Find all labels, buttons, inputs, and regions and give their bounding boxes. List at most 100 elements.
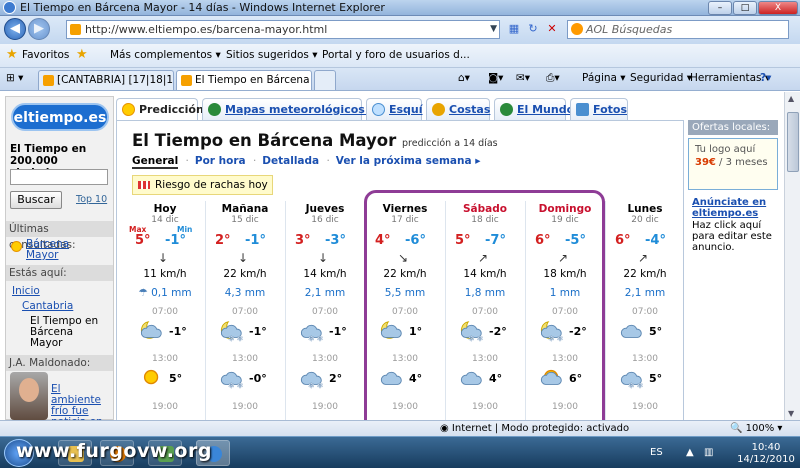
hour-label: 13:00 bbox=[312, 354, 338, 364]
fav-item-complementos[interactable]: Más complementos ▾ bbox=[110, 49, 221, 61]
fav-item-portal[interactable]: Portal y foro de usuarios d... bbox=[322, 49, 470, 61]
status-bar: ◉ Internet | Modo protegido: activado 🔍 … bbox=[0, 420, 800, 436]
tab-cantabria[interactable]: [CANTABRIA] [17|18|19|Di... bbox=[38, 70, 174, 90]
quick-tabs-icon[interactable]: ⊞ ▾ bbox=[6, 72, 23, 84]
globe-icon bbox=[208, 103, 221, 116]
snowflake-icon bbox=[372, 103, 385, 116]
breadcrumb-inicio[interactable]: Inicio bbox=[12, 286, 40, 297]
fav-item-sitios[interactable]: Sitios sugeridos ▾ bbox=[226, 49, 318, 61]
wind-alert[interactable]: Riesgo de rachas hoy bbox=[132, 175, 273, 195]
anchor-icon bbox=[432, 103, 445, 116]
sun-icon bbox=[139, 366, 165, 390]
tab-label: El Tiempo en Bárcena ... bbox=[195, 74, 312, 86]
day-name: Lunes bbox=[627, 203, 663, 215]
favorites-button[interactable]: Favoritos bbox=[22, 49, 69, 61]
zoom-control[interactable]: 🔍 100% ▾ bbox=[730, 423, 782, 434]
search-input[interactable]: AOL Búsquedas bbox=[567, 20, 789, 39]
forward-button[interactable]: ▶ bbox=[28, 18, 50, 40]
day-name: Mañana bbox=[221, 203, 269, 215]
tab-label: Costas bbox=[449, 103, 491, 116]
print-icon[interactable]: ⎙▾ bbox=[546, 72, 560, 85]
snow-cloud-icon: ✻ ✻ bbox=[299, 366, 325, 390]
stop-icon[interactable]: ✕ bbox=[544, 21, 560, 37]
clock[interactable]: 10:40 14/12/2010 bbox=[736, 442, 796, 466]
network-icon[interactable]: ▥ bbox=[704, 447, 713, 458]
compat-view-icon[interactable]: ▦ bbox=[506, 21, 522, 37]
language-indicator[interactable]: ES bbox=[650, 447, 663, 458]
day-name: Jueves bbox=[305, 203, 345, 215]
maximize-button[interactable]: □ bbox=[733, 1, 757, 15]
tab-esqui[interactable]: Esquí bbox=[366, 98, 423, 120]
column-divider bbox=[605, 201, 606, 420]
ad-box[interactable]: Tu logo aquí 39€ / 3 meses bbox=[688, 138, 778, 190]
add-favorite-icon[interactable]: ★ bbox=[76, 47, 88, 62]
address-input[interactable]: http://www.eltiempo.es/barcena-mayor.htm… bbox=[66, 20, 500, 39]
article-link[interactable]: El ambiente frío fue noticia en bbox=[51, 384, 111, 421]
home-icon[interactable]: ⌂▾ bbox=[458, 72, 470, 84]
day-column[interactable]: Mañana 15 dic 2° -1° ↓ 22 km/h 4,3 mm 07:00 ✻ ✻ -… bbox=[205, 201, 285, 420]
chevron-down-icon[interactable]: ▼ bbox=[490, 21, 497, 38]
temp-max: 6° bbox=[615, 233, 631, 248]
advertise-link[interactable]: Anúnciate en eltiempo.es bbox=[692, 197, 772, 219]
help-menu[interactable]: ?▾ bbox=[760, 72, 771, 84]
tools-menu[interactable]: Herramientas ▾ bbox=[690, 72, 770, 84]
temp-max: 3° bbox=[295, 233, 311, 248]
url-text: http://www.eltiempo.es/barcena-mayor.htm… bbox=[85, 23, 328, 36]
tab-costas[interactable]: Costas bbox=[426, 98, 490, 120]
wind-arrow-icon: ↓ bbox=[158, 251, 169, 265]
globe-icon bbox=[500, 103, 513, 116]
hour-label: 07:00 bbox=[632, 307, 658, 317]
temp-max: 2° bbox=[215, 233, 231, 248]
column-divider bbox=[205, 201, 206, 420]
page-menu[interactable]: Página ▾ bbox=[582, 72, 626, 84]
tab-el-mundo[interactable]: El Mundo bbox=[494, 98, 574, 120]
tab-favicon-icon bbox=[43, 75, 54, 86]
clock-time: 10:40 bbox=[751, 442, 781, 453]
refresh-icon[interactable]: ↻ bbox=[525, 21, 541, 37]
hour-label: 13:00 bbox=[152, 354, 178, 364]
city-search-input[interactable] bbox=[10, 169, 108, 185]
wind-arrow-icon: ↓ bbox=[238, 251, 249, 265]
breadcrumb-cantabria[interactable]: Cantabria bbox=[22, 301, 73, 312]
subnav-detallada[interactable]: Detallada bbox=[262, 155, 319, 167]
title-text: El Tiempo en Bárcena Mayor bbox=[132, 131, 397, 150]
tab-label: [CANTABRIA] [17|18|19|Di... bbox=[57, 74, 174, 86]
tab-mapas[interactable]: Mapas meteorológicos ▾ bbox=[202, 98, 374, 120]
zone-text: Internet | Modo protegido: activado bbox=[451, 423, 630, 434]
security-menu[interactable]: Seguridad ▾ bbox=[630, 72, 692, 84]
subnav-por-hora[interactable]: Por hora bbox=[195, 155, 246, 167]
day-date: 16 dic bbox=[311, 215, 339, 225]
eltiempo-logo[interactable]: eltiempo.es bbox=[11, 103, 109, 131]
rain-cloud-icon: ☂ bbox=[138, 287, 152, 299]
day-column[interactable]: Jueves 16 dic 3° -3° ↓ 14 km/h 2,1 mm 07:00 ✻ ✻ -… bbox=[285, 201, 365, 420]
watermark: www.furgovw.org bbox=[16, 440, 212, 462]
minimize-button[interactable]: – bbox=[708, 1, 732, 15]
hour-label: 13:00 bbox=[232, 354, 258, 364]
search-placeholder: AOL Búsquedas bbox=[586, 23, 673, 36]
scroll-thumb[interactable] bbox=[787, 112, 799, 172]
subnav-general[interactable]: General bbox=[132, 155, 179, 169]
top10-link[interactable]: Top 10 bbox=[76, 194, 107, 205]
day-column[interactable]: Lunes 20 dic 6° -4° ↗ 22 km/h 2,1 mm 07:00 5° 13:… bbox=[605, 201, 685, 420]
day-date: 14 dic bbox=[151, 215, 179, 225]
mail-icon[interactable]: ✉▾ bbox=[516, 72, 530, 84]
snow-cloud-icon: ✻ ✻ bbox=[299, 319, 325, 343]
favorites-bar: ★ Favoritos ★ Más complementos ▾ Sitios … bbox=[0, 44, 800, 68]
search-button[interactable]: Buscar bbox=[10, 191, 62, 209]
rain-value: 2,1 mm bbox=[304, 287, 346, 299]
tray-arrow-icon[interactable]: ▲ bbox=[686, 447, 694, 458]
tab-prediccion[interactable]: Predicción bbox=[116, 98, 204, 121]
subnav-proxima-semana[interactable]: Ver la próxima semana ▸ bbox=[336, 155, 481, 167]
day-column[interactable]: Hoy 14 dic Max Min 5° -1° ↓ 11 km/h ☂ 0,1 mm 07:0… bbox=[125, 201, 205, 420]
tab-fotos[interactable]: Fotos bbox=[570, 98, 628, 120]
vertical-scrollbar[interactable]: ▲ ▼ bbox=[784, 92, 800, 420]
close-button[interactable]: X bbox=[758, 1, 798, 15]
recent-city-link[interactable]: Bárcena Mayor bbox=[26, 239, 86, 261]
tab-eltiempo[interactable]: El Tiempo en Bárcena ... bbox=[176, 70, 312, 90]
back-button[interactable]: ◀ bbox=[4, 18, 26, 40]
tab-label: Fotos bbox=[593, 103, 627, 116]
feeds-icon[interactable]: ◙▾ bbox=[488, 72, 503, 84]
taskbar: www.furgovw.org ES ▲ ▥ 10:40 14/12/2010 bbox=[0, 436, 800, 468]
new-tab-button[interactable] bbox=[314, 70, 336, 90]
author-header: J.A. Maldonado: bbox=[6, 355, 113, 371]
